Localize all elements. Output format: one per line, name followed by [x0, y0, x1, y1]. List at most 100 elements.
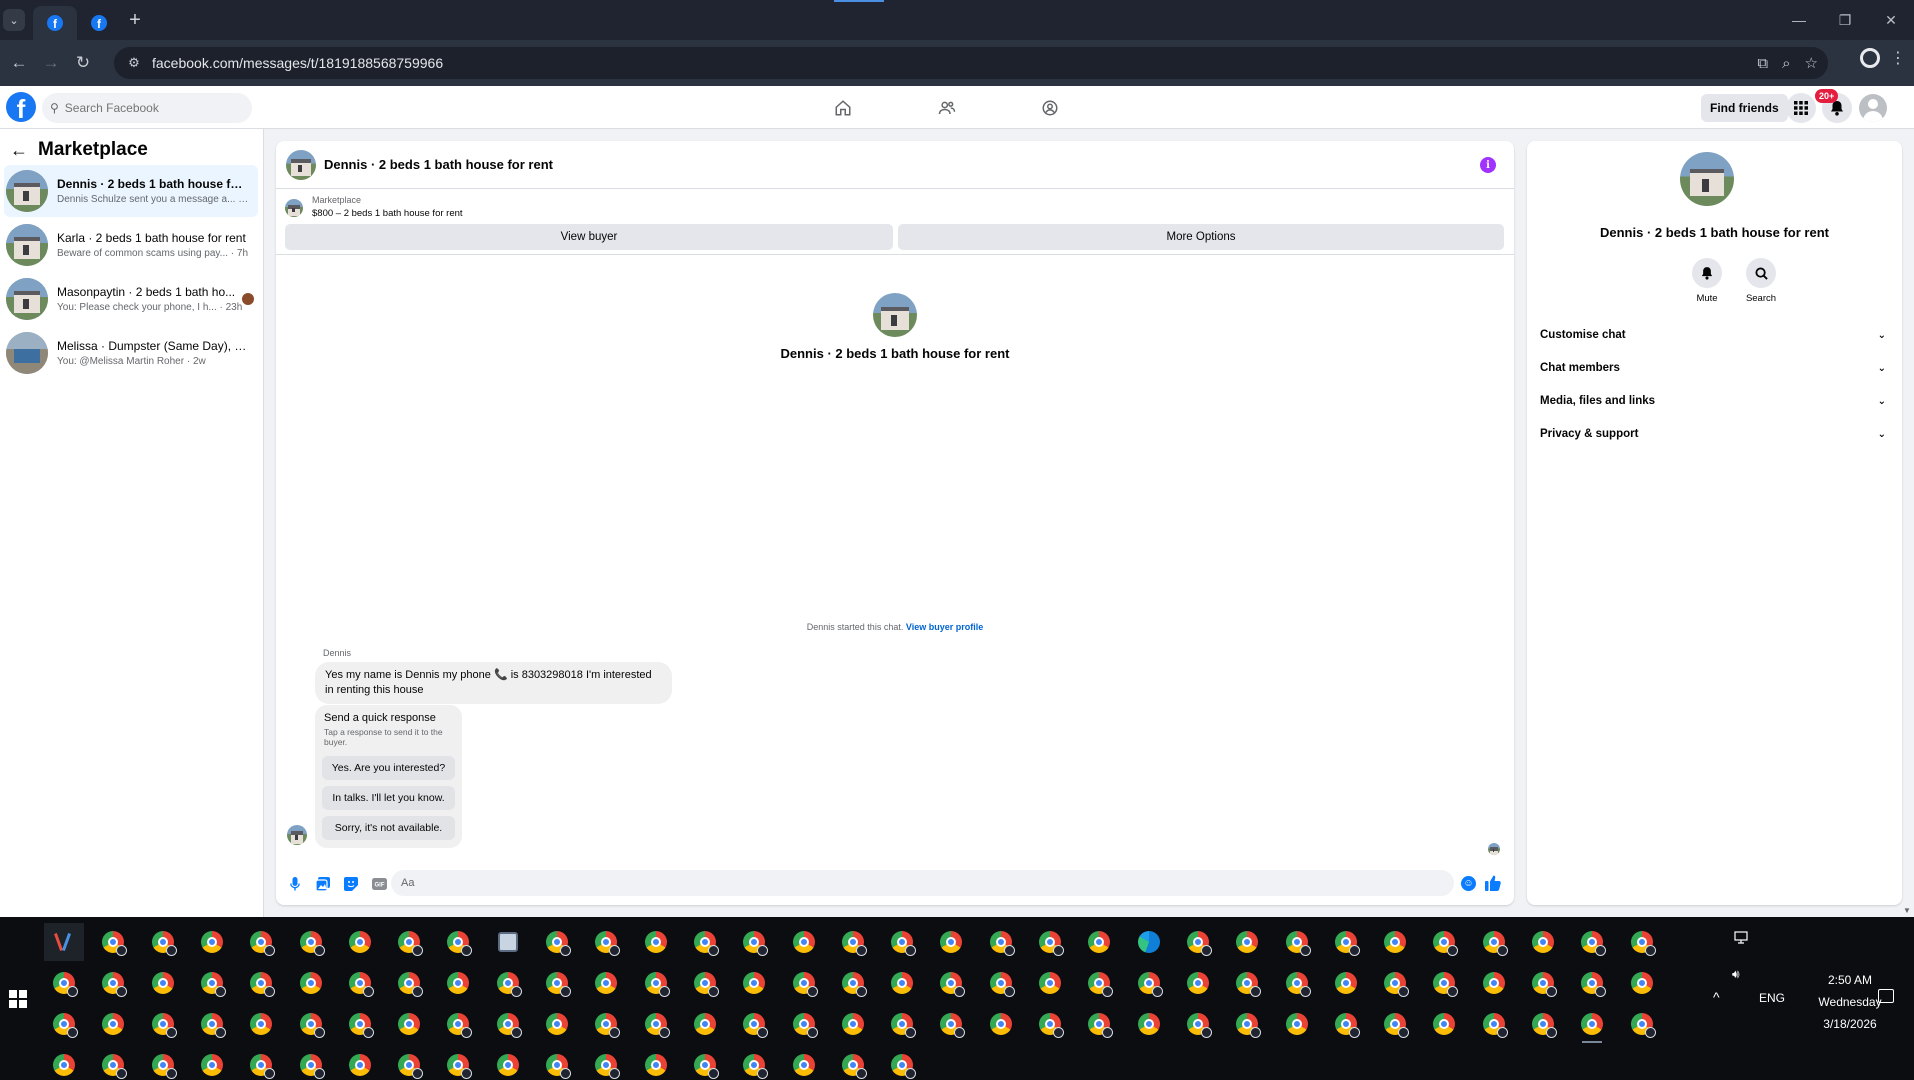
chrome-taskbar-button[interactable] [1474, 1005, 1514, 1043]
chrome-taskbar-button[interactable] [981, 1005, 1021, 1043]
app-taskbar-button[interactable] [488, 923, 528, 961]
chrome-taskbar-button[interactable] [1572, 964, 1612, 1002]
chat-header-avatar[interactable] [286, 149, 316, 180]
home-nav-icon[interactable] [823, 86, 863, 129]
notification-center-icon[interactable] [1878, 989, 1894, 1003]
chrome-taskbar-button[interactable] [537, 1046, 577, 1080]
reload-button[interactable]: ↻ [68, 48, 98, 78]
more-options-button[interactable]: More Options [898, 224, 1504, 250]
chrome-taskbar-button[interactable] [586, 923, 626, 961]
chrome-taskbar-button[interactable] [1129, 964, 1169, 1002]
microphone-icon[interactable] [287, 876, 303, 892]
chrome-taskbar-button[interactable] [685, 923, 725, 961]
chrome-taskbar-button[interactable] [438, 1046, 478, 1080]
chrome-taskbar-button[interactable] [1178, 923, 1218, 961]
chrome-taskbar-button[interactable] [241, 964, 281, 1002]
zoom-icon[interactable]: ⌕ [1782, 55, 1790, 72]
chrome-taskbar-button[interactable] [1030, 1005, 1070, 1043]
sticker-icon[interactable] [343, 876, 359, 892]
search-icon[interactable] [1746, 258, 1776, 288]
chrome-taskbar-button[interactable] [143, 964, 183, 1002]
volume-icon[interactable]: 🔊︎ [1732, 967, 1740, 982]
friends-nav-icon[interactable] [927, 86, 967, 129]
search-action[interactable]: Search [1741, 258, 1781, 304]
chrome-taskbar-button[interactable] [93, 1005, 133, 1043]
message-input[interactable]: Aa [391, 870, 1454, 896]
facebook-logo-icon[interactable]: f [6, 92, 36, 122]
language-indicator[interactable]: ENG [1759, 991, 1785, 1005]
bookmark-star-icon[interactable]: ☆ [1805, 54, 1818, 72]
chrome-taskbar-button[interactable] [44, 964, 84, 1002]
chrome-taskbar-button[interactable] [340, 1046, 380, 1080]
chrome-taskbar-button[interactable] [1079, 923, 1119, 961]
chrome-taskbar-button[interactable] [882, 1005, 922, 1043]
site-info-icon[interactable]: ⚙ [124, 53, 144, 73]
chrome-taskbar-button[interactable] [1030, 923, 1070, 961]
chrome-taskbar-button[interactable] [1277, 964, 1317, 1002]
chrome-taskbar-button[interactable] [192, 964, 232, 1002]
chrome-taskbar-button[interactable] [784, 1046, 824, 1080]
chrome-taskbar-button[interactable] [438, 1005, 478, 1043]
chrome-taskbar-button[interactable] [241, 923, 281, 961]
chrome-taskbar-button[interactable] [93, 923, 133, 961]
chrome-taskbar-button[interactable] [1622, 1005, 1662, 1043]
conversation-item[interactable]: Melissa · Dumpster (Same Day), Re... You… [4, 327, 258, 379]
chrome-taskbar-button[interactable] [685, 964, 725, 1002]
chrome-taskbar-button[interactable] [1474, 923, 1514, 961]
chrome-taskbar-button[interactable] [537, 964, 577, 1002]
chrome-taskbar-button[interactable] [1277, 1005, 1317, 1043]
address-bar[interactable]: ⚙ facebook.com/messages/t/18191885687599… [114, 47, 1828, 79]
customise-chat-section[interactable]: Customise chat ⌄ [1539, 321, 1890, 349]
chrome-taskbar-button[interactable] [784, 964, 824, 1002]
chrome-taskbar-button[interactable] [636, 964, 676, 1002]
quick-response-option[interactable]: Yes. Are you interested? [322, 756, 455, 780]
quick-response-option[interactable]: Sorry, it's not available. [322, 816, 455, 840]
edge-taskbar-button[interactable] [1129, 923, 1169, 961]
chrome-taskbar-button[interactable] [1424, 923, 1464, 961]
chrome-taskbar-button[interactable] [340, 923, 380, 961]
chrome-taskbar-button[interactable] [586, 1046, 626, 1080]
chrome-taskbar-button[interactable] [931, 964, 971, 1002]
chrome-taskbar-button[interactable] [685, 1046, 725, 1080]
conversation-item[interactable]: Masonpaytin · 2 beds 1 bath ho... You: P… [4, 273, 258, 325]
close-window-button[interactable]: ✕ [1868, 0, 1914, 40]
chrome-taskbar-button[interactable] [1227, 1005, 1267, 1043]
chrome-taskbar-button[interactable] [636, 923, 676, 961]
chrome-taskbar-button[interactable] [1079, 964, 1119, 1002]
chrome-taskbar-button[interactable] [1277, 923, 1317, 961]
chrome-taskbar-button[interactable] [734, 1005, 774, 1043]
quick-response-option[interactable]: In talks. I'll let you know. [322, 786, 455, 810]
chrome-taskbar-button[interactable] [1523, 923, 1563, 961]
chrome-taskbar-button[interactable] [586, 964, 626, 1002]
chrome-taskbar-button[interactable] [931, 1005, 971, 1043]
chrome-taskbar-button[interactable] [143, 1046, 183, 1080]
account-avatar[interactable] [1859, 94, 1887, 122]
chrome-taskbar-button[interactable] [1622, 923, 1662, 961]
url-text[interactable]: facebook.com/messages/t/1819188568759966 [152, 55, 443, 71]
chrome-taskbar-button[interactable] [340, 1005, 380, 1043]
chrome-taskbar-button[interactable] [488, 1005, 528, 1043]
chrome-taskbar-button[interactable] [1227, 964, 1267, 1002]
new-tab-button[interactable]: + [121, 6, 149, 34]
bell-icon[interactable] [1692, 258, 1722, 288]
restore-button[interactable]: ❐ [1822, 0, 1868, 40]
forward-button[interactable]: → [36, 48, 66, 78]
like-thumb-icon[interactable] [1484, 874, 1502, 892]
media-files-links-section[interactable]: Media, files and links ⌄ [1539, 387, 1890, 415]
chrome-taskbar-button[interactable] [44, 1005, 84, 1043]
chrome-taskbar-button[interactable] [1424, 1005, 1464, 1043]
sender-avatar[interactable] [287, 825, 307, 845]
chrome-taskbar-button[interactable] [1375, 923, 1415, 961]
chrome-taskbar-button[interactable] [1572, 1005, 1612, 1043]
chrome-taskbar-button[interactable] [1523, 1005, 1563, 1043]
chrome-taskbar-button[interactable] [537, 1005, 577, 1043]
windows-start-icon[interactable] [9, 990, 27, 1008]
scroll-down-arrow-icon[interactable]: ▼ [1903, 906, 1911, 915]
chrome-taskbar-button[interactable] [1030, 964, 1070, 1002]
chrome-taskbar-button[interactable] [291, 964, 331, 1002]
chrome-taskbar-button[interactable] [981, 964, 1021, 1002]
groups-nav-icon[interactable] [1030, 86, 1070, 129]
chat-members-section[interactable]: Chat members ⌄ [1539, 354, 1890, 382]
chrome-taskbar-button[interactable] [192, 1005, 232, 1043]
browser-tab-2[interactable]: f [77, 6, 121, 40]
